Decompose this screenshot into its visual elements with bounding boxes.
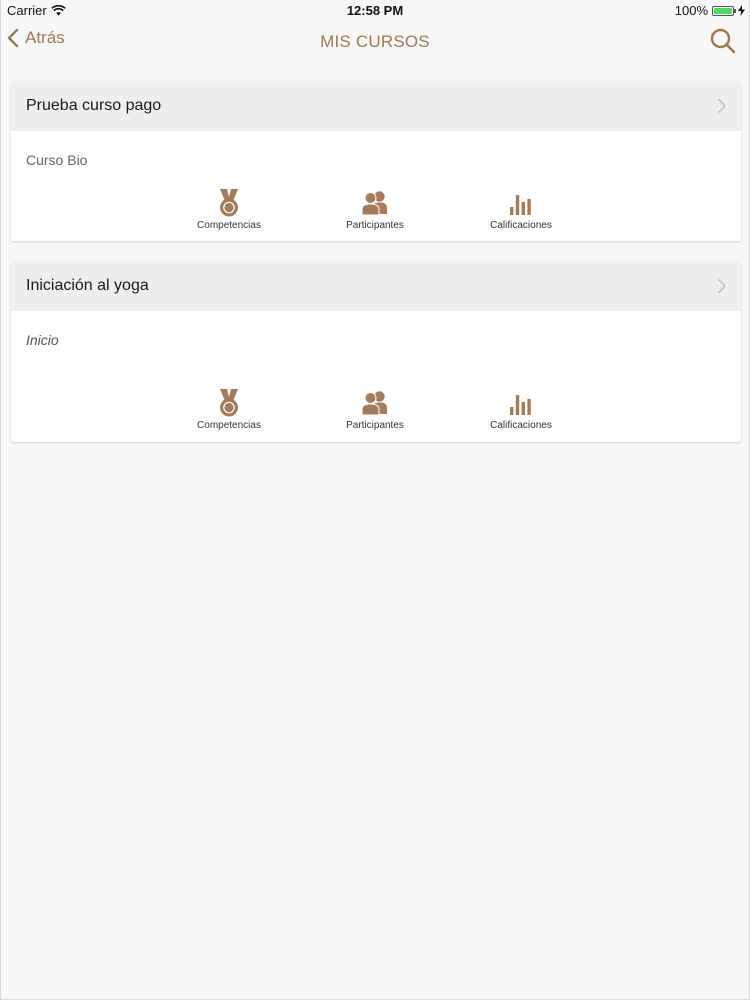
competencias-button[interactable]: Competencias [179, 388, 279, 431]
nav-bar: Atrás MIS CURSOS [1, 20, 749, 64]
course-card: Prueba curso pago Curso Bio Competencias… [11, 81, 741, 241]
participants-icon [361, 391, 387, 416]
action-label: Participantes [346, 420, 404, 431]
participants-icon [361, 191, 387, 216]
status-bar: Carrier 12:58 PM 100% [1, 0, 749, 20]
medal-icon [220, 389, 238, 417]
course-subtitle: Inicio [26, 332, 59, 348]
calificaciones-button[interactable]: Calificaciones [471, 388, 571, 431]
bar-chart-icon [510, 395, 531, 415]
course-actions: Competencias Participantes Calificacione… [11, 388, 741, 438]
course-title: Iniciación al yoga [26, 277, 149, 294]
bar-chart-icon [510, 195, 531, 215]
course-header[interactable]: Iniciación al yoga [11, 261, 741, 311]
battery-icon [712, 5, 736, 16]
action-label: Calificaciones [490, 220, 552, 231]
participantes-button[interactable]: Participantes [325, 388, 425, 431]
course-title: Prueba curso pago [26, 97, 162, 114]
battery-fill [714, 7, 732, 14]
course-header[interactable]: Prueba curso pago [11, 81, 741, 131]
action-label: Calificaciones [490, 420, 552, 431]
medal-icon [220, 189, 238, 217]
chevron-right-icon [718, 279, 726, 293]
action-label: Participantes [346, 220, 404, 231]
calificaciones-button[interactable]: Calificaciones [471, 188, 571, 231]
status-right: 100% [675, 3, 745, 18]
course-card: Iniciación al yoga Inicio Competencias P… [11, 261, 741, 442]
course-subtitle: Curso Bio [26, 152, 88, 168]
battery-percent: 100% [674, 3, 708, 18]
chevron-right-icon [718, 99, 726, 113]
competencias-button[interactable]: Competencias [179, 188, 279, 231]
status-time: 12:58 PM [346, 3, 404, 18]
page-title: MIS CURSOS [320, 32, 430, 51]
course-actions: Competencias Participantes Calificacione… [11, 188, 741, 238]
search-icon[interactable] [709, 27, 737, 55]
action-label: Competencias [197, 420, 261, 431]
action-label: Competencias [197, 220, 261, 231]
participantes-button[interactable]: Participantes [325, 188, 425, 231]
charging-bolt-icon [738, 5, 745, 16]
